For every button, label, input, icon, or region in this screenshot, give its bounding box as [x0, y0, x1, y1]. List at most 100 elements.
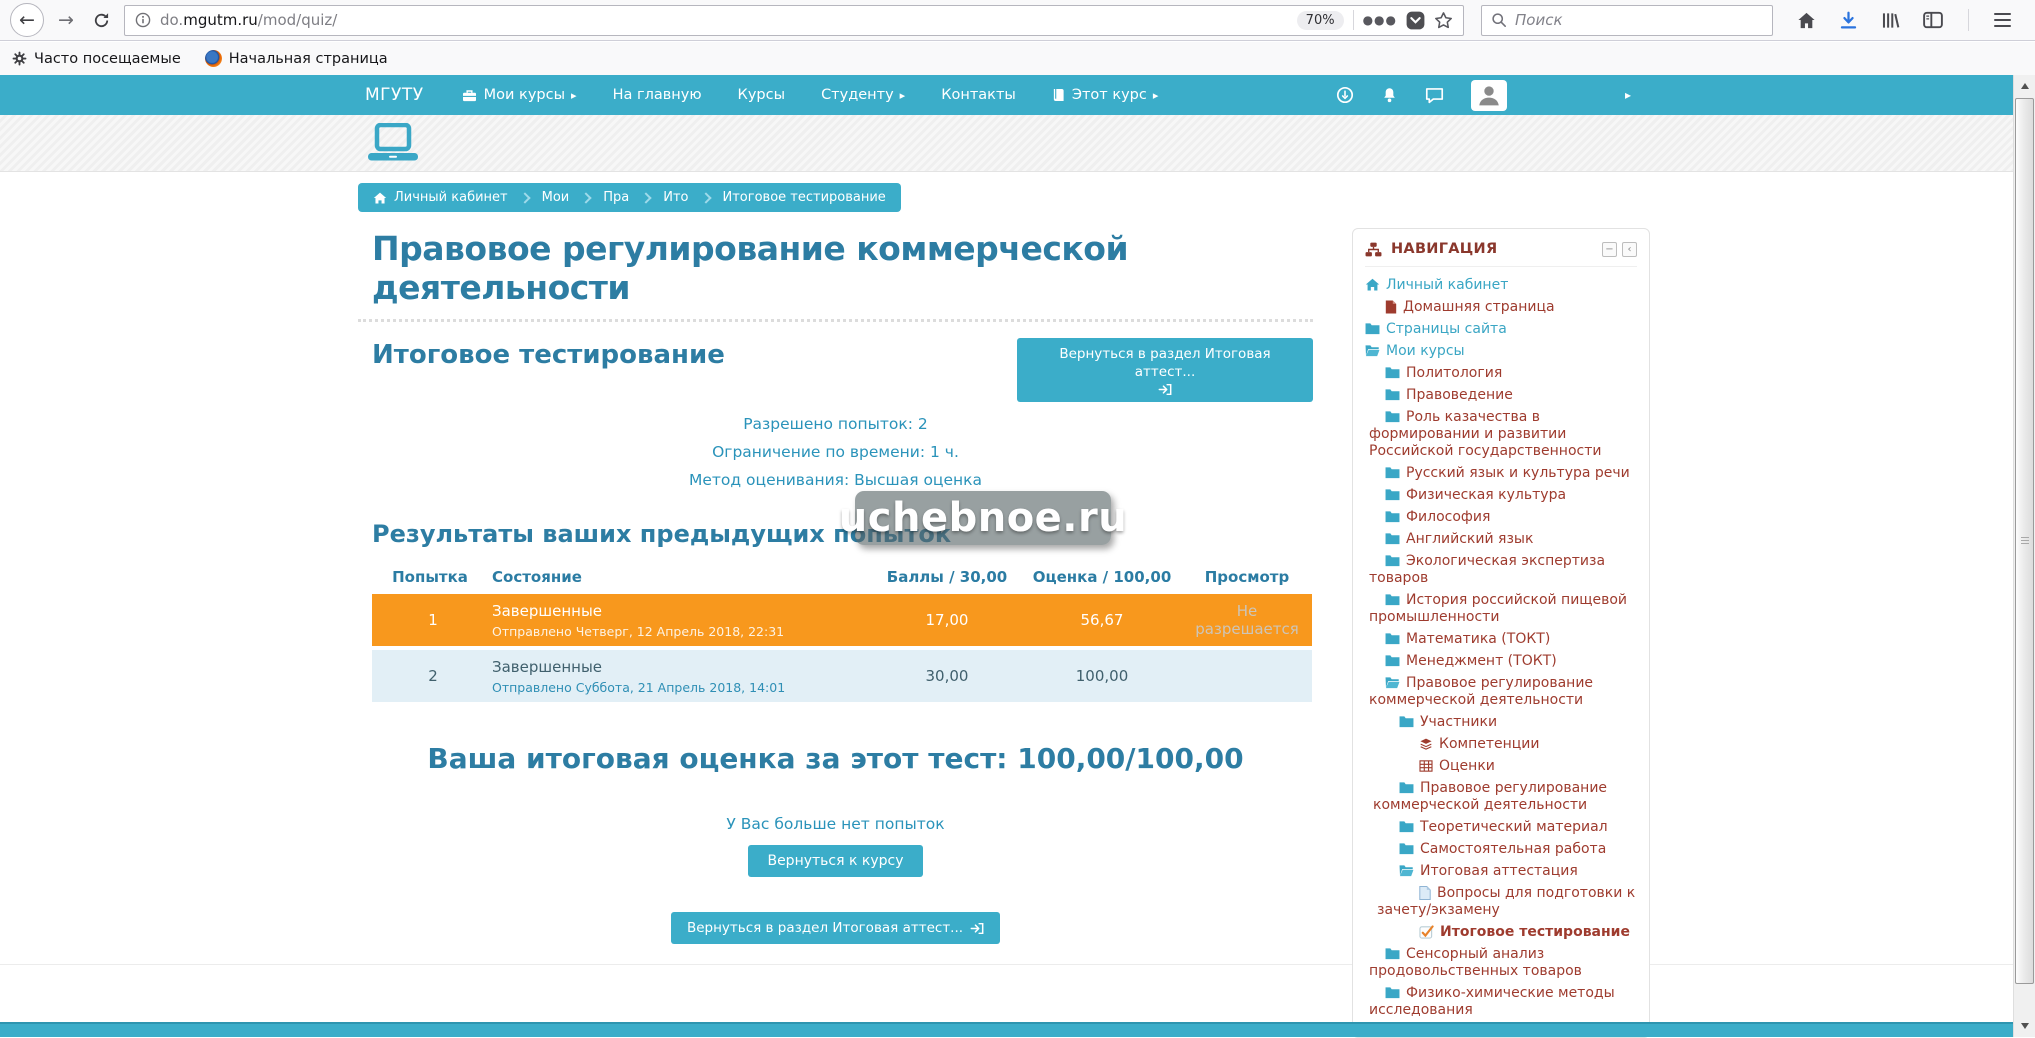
folder-icon — [1385, 388, 1400, 401]
sidebar-item-6[interactable]: Правоведение — [1365, 384, 1637, 406]
folder-icon — [1399, 715, 1414, 728]
sidebar-item-label: Домашняя страница — [1403, 299, 1555, 315]
course-title: Правовое регулирование коммерческой деят… — [372, 229, 1313, 307]
breadcrumb-item-5[interactable]: Итоговое тестирование — [723, 190, 886, 205]
bookmarks-bar: Часто посещаемые Начальная страница — [0, 42, 2035, 75]
sidebar-item-8[interactable]: Русский язык и культура речи — [1365, 462, 1637, 484]
scrollbar-thumb[interactable] — [2015, 98, 2034, 984]
return-to-section-button[interactable]: Вернуться в раздел Итоговая аттест... — [1017, 338, 1313, 402]
sidebar-item-14[interactable]: Математика (ТОКТ) — [1365, 628, 1637, 650]
search-input[interactable]: Поиск — [1481, 5, 1773, 36]
nav-item-5[interactable]: Контакты — [941, 87, 1016, 103]
sidebar-item-12[interactable]: Экологическая экспертиза товаров — [1365, 550, 1637, 589]
enter-arrow-icon — [1158, 383, 1172, 396]
scroll-up-button[interactable] — [2014, 75, 2035, 97]
folder-open-icon — [1399, 864, 1414, 877]
zoom-level-badge[interactable]: 70% — [1297, 11, 1344, 30]
nav-item-2[interactable]: На главную — [613, 87, 702, 103]
nav-item-label: Мои курсы — [484, 87, 565, 103]
search-placeholder: Поиск — [1515, 11, 1563, 29]
breadcrumb-item-3[interactable]: Пра — [603, 190, 629, 205]
firefox-icon — [205, 50, 222, 67]
site-logo-laptop-icon[interactable] — [365, 123, 421, 165]
sidebar-toggle-icon[interactable] — [1923, 11, 1943, 29]
block-collapse-button[interactable]: − — [1602, 242, 1617, 257]
nav-item-6[interactable]: Этот курс▸ — [1052, 87, 1159, 103]
sidebar-item-3[interactable]: Страницы сайта — [1365, 318, 1637, 340]
sidebar-item-label: Физическая культура — [1406, 487, 1566, 503]
sidebar-item-9[interactable]: Физическая культура — [1365, 484, 1637, 506]
sidebar-item-4[interactable]: Мои курсы — [1365, 340, 1637, 362]
attempts-table-body: 1ЗавершенныеОтправлено Четверг, 12 Апрел… — [372, 594, 1312, 702]
reload-button[interactable] — [86, 12, 116, 29]
sidebar-item-24[interactable]: Вопросы для подготовки к зачету/экзамену — [1365, 882, 1637, 921]
content-bottom-rule — [0, 964, 2013, 965]
site-brand[interactable]: МГУТУ — [365, 85, 424, 105]
menu-icon[interactable] — [1992, 11, 2013, 29]
sidebar-item-label: Вопросы для подготовки к зачету/экзамену — [1377, 885, 1635, 918]
sidebar-item-17[interactable]: Участники — [1365, 711, 1637, 733]
sidebar-item-7[interactable]: Роль казачества в формировании и развити… — [1365, 406, 1637, 462]
home-icon[interactable] — [1797, 11, 1816, 30]
sidebar-item-label: Политология — [1406, 365, 1502, 381]
bookmark-home-page[interactable]: Начальная страница — [205, 50, 388, 67]
scroll-down-button[interactable] — [2014, 1015, 2035, 1037]
pocket-icon[interactable] — [1406, 11, 1425, 30]
breadcrumb-item-1[interactable]: Личный кабинет — [373, 190, 508, 205]
sidebar-item-25[interactable]: Итоговое тестирование — [1365, 921, 1637, 943]
sidebar-item-27[interactable]: Физико-химические методы исследования — [1365, 982, 1637, 1021]
folder-open-icon — [1385, 676, 1400, 689]
messages-icon[interactable] — [1425, 87, 1444, 104]
sidebar-item-22[interactable]: Самостоятельная работа — [1365, 838, 1637, 860]
url-bar[interactable]: do.mgutm.ru/mod/quiz/ 70% ●●● — [124, 5, 1464, 36]
page-actions-icon[interactable]: ●●● — [1363, 13, 1397, 27]
sidebar-item-20[interactable]: Правовое регулирование коммерческой деят… — [1365, 777, 1637, 816]
sidebar-item-15[interactable]: Менеджмент (ТОКТ) — [1365, 650, 1637, 672]
return-to-section-button-bottom[interactable]: Вернуться в раздел Итоговая аттест... — [671, 912, 1000, 944]
breadcrumb-label: Мои — [542, 190, 570, 205]
sidebar-item-10[interactable]: Философия — [1365, 506, 1637, 528]
sitemap-icon — [1365, 242, 1382, 257]
sidebar-item-26[interactable]: Сенсорный анализ продовольственных товар… — [1365, 943, 1637, 982]
library-icon[interactable] — [1881, 11, 1900, 30]
bookmark-label: Начальная страница — [229, 51, 388, 67]
column-header: Попытка — [372, 562, 488, 590]
forward-button[interactable]: → — [52, 9, 80, 31]
bookmark-label: Часто посещаемые — [34, 51, 181, 67]
page-scrollbar[interactable] — [2013, 75, 2035, 1037]
navbar-expand-caret[interactable]: ▸ — [1625, 88, 1631, 102]
notifications-bell-icon[interactable] — [1381, 86, 1398, 104]
nav-item-3[interactable]: Курсы — [738, 87, 786, 103]
sidebar-item-11[interactable]: Английский язык — [1365, 528, 1637, 550]
nav-item-4[interactable]: Студенту▸ — [821, 87, 905, 103]
recent-icon[interactable] — [1336, 86, 1354, 104]
nav-item-label: На главную — [613, 87, 702, 103]
block-dock-button[interactable]: ‹ — [1622, 242, 1637, 257]
info-icon[interactable] — [135, 12, 151, 28]
sidebar-item-label: Личный кабинет — [1386, 277, 1508, 293]
sidebar-item-21[interactable]: Теоретический материал — [1365, 816, 1637, 838]
browser-toolbar: ← → do.mgutm.ru/mod/quiz/ 70% ●●● Поиск — [0, 0, 2035, 41]
bookmark-star-icon[interactable] — [1434, 11, 1453, 30]
sidebar-item-5[interactable]: Политология — [1365, 362, 1637, 384]
breadcrumb-item-4[interactable]: Ито — [663, 190, 688, 205]
review-cell: Не разрешается — [1182, 594, 1312, 646]
sidebar-item-16[interactable]: Правовое регулирование коммерческой деят… — [1365, 672, 1637, 711]
sidebar-item-23[interactable]: Итоговая аттестация — [1365, 860, 1637, 882]
sidebar-item-label: Менеджмент (ТОКТ) — [1406, 653, 1557, 669]
sidebar-item-19[interactable]: Оценки — [1365, 755, 1637, 777]
sidebar-item-2[interactable]: Домашняя страница — [1365, 296, 1637, 318]
nav-item-1[interactable]: Мои курсы▸ — [462, 87, 577, 103]
sidebar-item-18[interactable]: Компетенции — [1365, 733, 1637, 755]
sidebar-item-1[interactable]: Личный кабинет — [1365, 274, 1637, 296]
back-to-course-button[interactable]: Вернуться к курсу — [748, 845, 922, 877]
breadcrumb: Личный кабинет Мои Пра Ито Итоговое тестиров… — [358, 183, 901, 212]
bookmark-frequent[interactable]: Часто посещаемые — [12, 51, 181, 67]
back-button[interactable]: ← — [10, 3, 44, 37]
grade-cell: 56,67 — [1022, 594, 1182, 646]
breadcrumb-item-2[interactable]: Мои — [542, 190, 570, 205]
folder-icon — [1385, 593, 1400, 606]
download-icon[interactable] — [1839, 11, 1858, 30]
avatar[interactable] — [1471, 80, 1507, 111]
sidebar-item-13[interactable]: История российской пищевой промышленност… — [1365, 589, 1637, 628]
